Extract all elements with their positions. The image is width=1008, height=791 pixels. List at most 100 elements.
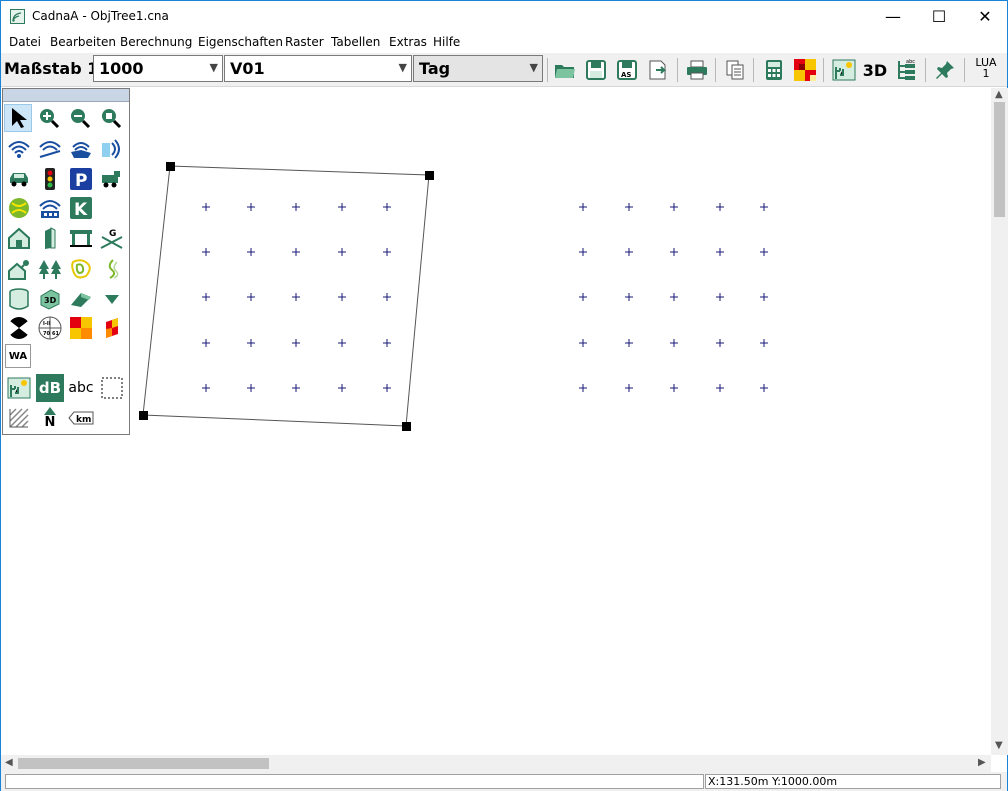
grid-point xyxy=(247,384,255,392)
menu-tabellen[interactable]: Tabellen xyxy=(331,35,380,49)
grid-point xyxy=(625,293,633,301)
grid-point xyxy=(579,384,587,392)
land-use-tool[interactable]: WA xyxy=(5,344,31,368)
scroll-right-icon[interactable]: ▶ xyxy=(978,757,986,768)
scale-combo[interactable]: 1000 ▼ xyxy=(93,55,223,82)
barrier-icon[interactable] xyxy=(36,224,64,252)
grid-point xyxy=(716,248,724,256)
svg-text:K: K xyxy=(74,200,88,219)
receiver-icon[interactable] xyxy=(5,314,33,342)
3d-object-icon[interactable]: 3D xyxy=(36,285,64,313)
pin-icon[interactable] xyxy=(932,57,958,83)
contour-icon[interactable] xyxy=(67,255,95,283)
drawing-canvas[interactable] xyxy=(1,88,991,755)
menu-datei[interactable]: Datei xyxy=(9,35,41,49)
save-icon[interactable] xyxy=(583,57,609,83)
calculation-area-polygon[interactable] xyxy=(142,165,430,427)
export-icon[interactable] xyxy=(645,57,671,83)
polygon-handle[interactable] xyxy=(139,411,148,420)
grid-point xyxy=(338,293,346,301)
horizontal-scroll-thumb[interactable] xyxy=(18,758,269,769)
grid-point xyxy=(625,203,633,211)
embankment-icon[interactable] xyxy=(67,285,95,313)
tool-palette: P K G 3D I-II 70 61 WA dB abc N km xyxy=(2,88,130,435)
cylinder-icon[interactable] xyxy=(5,285,33,313)
variant-combo[interactable]: V01 ▼ xyxy=(224,55,412,82)
hatched-area-icon[interactable] xyxy=(5,404,33,432)
receiver-table-icon[interactable]: I-II 70 61 xyxy=(36,314,64,342)
grid-point xyxy=(247,293,255,301)
height-line-icon[interactable] xyxy=(98,255,126,283)
vertical-area-source-icon[interactable] xyxy=(98,135,126,163)
polygon-handle[interactable] xyxy=(402,422,411,431)
svg-text:70: 70 xyxy=(43,331,50,337)
menu-extras[interactable]: Extras xyxy=(389,35,427,49)
sports-field-icon[interactable] xyxy=(5,194,33,222)
vertical-scrollbar[interactable]: ▲ ▼ xyxy=(991,88,1008,755)
facade-noise-icon[interactable] xyxy=(98,314,126,342)
building-points-icon[interactable] xyxy=(5,255,33,283)
grid-point xyxy=(383,384,391,392)
railway-icon[interactable] xyxy=(98,165,126,193)
minimize-button[interactable]: — xyxy=(870,1,916,31)
trees-icon[interactable] xyxy=(36,255,64,283)
menu-eigenschaften[interactable]: Eigenschaften xyxy=(198,35,283,49)
polygon-handle[interactable] xyxy=(166,162,175,171)
close-button[interactable]: ✕ xyxy=(962,1,1008,31)
text-tree-icon[interactable]: abc xyxy=(893,57,919,83)
parking-icon[interactable]: P xyxy=(67,165,95,193)
open-folder-icon[interactable] xyxy=(552,57,578,83)
scroll-down-icon[interactable]: ▼ xyxy=(995,740,1003,751)
save-as-icon[interactable]: AS xyxy=(614,57,640,83)
menu-raster[interactable]: Raster xyxy=(285,35,324,49)
area-source-icon[interactable] xyxy=(67,135,95,163)
window-title: CadnaA - ObjTree1.cna xyxy=(32,9,169,23)
main-window: CadnaA - ObjTree1.cna — ☐ ✕ Datei Bearbe… xyxy=(0,0,1008,791)
station-tool[interactable]: km xyxy=(67,404,95,432)
copy-icon[interactable] xyxy=(722,57,748,83)
menu-berechnung[interactable]: Berechnung xyxy=(120,35,192,49)
3d-view-button[interactable]: 3D xyxy=(862,57,888,83)
polygon-handle[interactable] xyxy=(425,171,434,180)
print-icon[interactable] xyxy=(684,57,710,83)
calculator-icon[interactable] xyxy=(761,57,787,83)
period-combo[interactable]: Tag ▼ xyxy=(413,55,543,82)
tree-object-icon[interactable] xyxy=(5,374,33,402)
menu-bar: Datei Bearbeiten Berechnung Eigenschafte… xyxy=(1,32,1007,52)
svg-text:I-II: I-II xyxy=(43,321,51,327)
plan-view[interactable] xyxy=(1,88,991,755)
vertical-scroll-thumb[interactable] xyxy=(994,102,1005,217)
svg-text:AS: AS xyxy=(621,71,631,79)
lua-button[interactable]: LUA 1 xyxy=(971,57,1001,79)
zoom-in-tool[interactable] xyxy=(35,104,63,132)
triangle-down-icon[interactable] xyxy=(98,285,126,313)
grid-noise-map-icon[interactable] xyxy=(67,314,95,342)
k-icon[interactable]: K xyxy=(67,194,95,222)
dotted-rect-icon[interactable] xyxy=(98,374,126,402)
traffic-light-icon[interactable] xyxy=(36,165,64,193)
building-icon[interactable] xyxy=(5,224,33,252)
horizontal-scrollbar[interactable]: ◀ ▶ xyxy=(1,755,991,772)
ground-absorption-icon[interactable]: G xyxy=(98,224,126,252)
db-tool[interactable]: dB xyxy=(36,374,64,402)
road-icon[interactable] xyxy=(5,165,33,193)
north-arrow-tool[interactable]: N xyxy=(36,404,64,432)
menu-bearbeiten[interactable]: Bearbeiten xyxy=(50,35,116,49)
scroll-left-icon[interactable]: ◀ xyxy=(5,757,13,768)
point-source-icon[interactable] xyxy=(5,135,33,163)
industry-source-icon[interactable] xyxy=(36,194,64,222)
zoom-window-tool[interactable] xyxy=(97,104,125,132)
scroll-up-icon[interactable]: ▲ xyxy=(995,89,1003,100)
object-tree-icon[interactable] xyxy=(831,57,857,83)
menu-hilfe[interactable]: Hilfe xyxy=(433,35,460,49)
pointer-tool[interactable] xyxy=(4,104,32,132)
line-source-icon[interactable] xyxy=(36,135,64,163)
zoom-out-tool[interactable] xyxy=(66,104,94,132)
maximize-button[interactable]: ☐ xyxy=(916,1,962,31)
chevron-down-icon: ▼ xyxy=(529,61,538,74)
palette-title-bar[interactable] xyxy=(3,89,129,102)
text-tool[interactable]: abc xyxy=(67,374,95,402)
bridge-icon[interactable] xyxy=(67,224,95,252)
grid-map-icon[interactable] xyxy=(792,57,818,83)
grid-point xyxy=(292,203,300,211)
